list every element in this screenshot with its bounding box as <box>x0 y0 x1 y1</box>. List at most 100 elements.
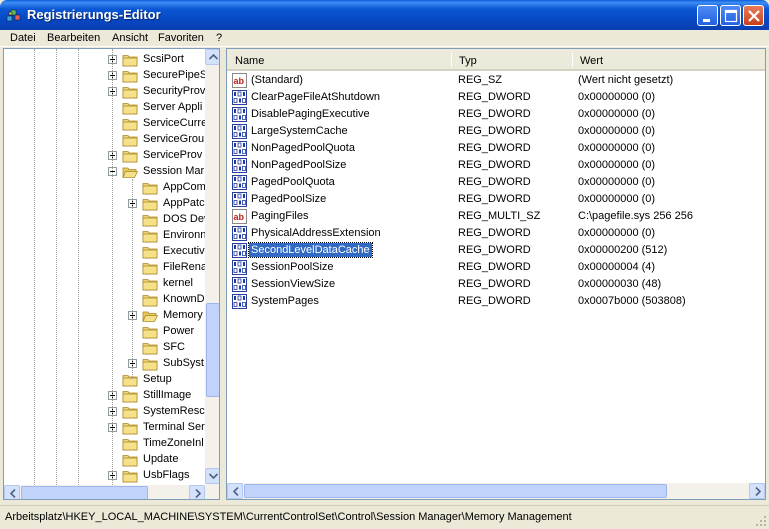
tree-item-label: ServiceGrou <box>143 133 205 145</box>
column-divider[interactable] <box>765 53 766 67</box>
tree-guide-line <box>112 49 113 485</box>
chevron-left-icon <box>10 489 16 498</box>
value-row[interactable]: SessionPoolSize REG_DWORD 0x00000004 (4) <box>227 259 765 276</box>
value-row[interactable]: PhysicalAddressExtension REG_DWORD 0x00000… <box>227 225 765 242</box>
value-row[interactable]: NonPagedPoolSize REG_DWORD 0x00000000 (0) <box>227 157 765 174</box>
tree-scroll-thumb[interactable] <box>206 303 219 397</box>
close-button[interactable] <box>743 5 764 26</box>
tree-horizontal-scrollbar[interactable] <box>4 485 219 499</box>
tree-scroll-right-button[interactable] <box>189 485 205 499</box>
tree-item-label: ScsiPort <box>143 53 184 65</box>
chevron-right-icon <box>755 487 761 496</box>
column-name[interactable]: Name <box>235 55 264 67</box>
value-row[interactable]: SecondLevelDataCache REG_DWORD 0x00000200 … <box>227 242 765 259</box>
value-type: REG_DWORD <box>458 261 531 273</box>
value-row[interactable]: SystemPages REG_DWORD 0x0007b000 (503808) <box>227 293 765 310</box>
value-data: 0x00000030 (48) <box>578 278 662 290</box>
tree-item-label: Update <box>143 453 179 465</box>
tree-item-label: Power <box>163 325 195 337</box>
list-scroll-right-button[interactable] <box>749 483 765 499</box>
tree-item-label: Executiv <box>163 245 205 257</box>
value-name[interactable]: (Standard) <box>249 74 305 86</box>
tree-scroll-up-button[interactable] <box>205 49 219 65</box>
value-row[interactable]: PagedPoolSize REG_DWORD 0x00000000 (0) <box>227 191 765 208</box>
binary-value-icon <box>232 243 247 258</box>
value-name[interactable]: DisablePagingExecutive <box>249 108 372 120</box>
folder-icon <box>122 133 138 147</box>
folder-icon <box>142 277 158 291</box>
tree-item-label: TimeZoneInl <box>143 437 204 449</box>
value-type: REG_DWORD <box>458 193 531 205</box>
column-divider[interactable] <box>572 53 573 67</box>
list-hscroll-thumb[interactable] <box>244 484 667 498</box>
maximize-button[interactable] <box>720 5 741 26</box>
menu-ansicht[interactable]: Ansicht <box>112 32 148 44</box>
folder-open-icon <box>142 309 159 323</box>
value-type: REG_DWORD <box>458 91 531 103</box>
list-horizontal-scrollbar[interactable] <box>227 483 765 499</box>
minimize-button[interactable] <box>697 5 718 26</box>
binary-value-icon <box>232 107 247 122</box>
title-bar[interactable]: Registrierungs-Editor <box>0 0 769 30</box>
column-type[interactable]: Typ <box>459 55 477 67</box>
value-row[interactable]: SessionViewSize REG_DWORD 0x00000030 (48) <box>227 276 765 293</box>
menu-datei[interactable]: Datei <box>10 32 36 44</box>
binary-value-icon <box>232 192 247 207</box>
folder-icon <box>122 101 138 115</box>
value-type: REG_DWORD <box>458 142 531 154</box>
value-name[interactable]: NonPagedPoolSize <box>249 159 348 171</box>
svg-text:ab: ab <box>234 76 245 86</box>
menu-favoriten[interactable]: Favoriten <box>158 32 204 44</box>
value-name[interactable]: PagedPoolSize <box>249 193 328 205</box>
value-data: 0x00000000 (0) <box>578 125 656 137</box>
value-row[interactable]: PagedPoolQuota REG_DWORD 0x00000000 (0) <box>227 174 765 191</box>
tree-scroll-left-button[interactable] <box>4 485 20 499</box>
value-row[interactable]: ab (Standard) REG_SZ (Wert nicht gesetzt) <box>227 72 765 89</box>
resize-grip-icon[interactable] <box>755 515 767 527</box>
folder-icon <box>142 261 158 275</box>
binary-value-icon <box>232 226 247 241</box>
folder-icon <box>122 453 138 467</box>
registry-tree[interactable]: ScsiPort SecurePipeS SecurityProv Server Ap… <box>3 48 220 500</box>
value-name[interactable]: PagingFiles <box>249 210 310 222</box>
value-name[interactable]: PagedPoolQuota <box>249 176 337 188</box>
column-divider[interactable] <box>451 53 452 67</box>
value-name[interactable]: PhysicalAddressExtension <box>249 227 383 239</box>
tree-item-label: kernel <box>163 277 193 289</box>
value-name[interactable]: LargeSystemCache <box>249 125 350 137</box>
binary-value-icon <box>232 124 247 139</box>
value-row[interactable]: ab PagingFiles REG_MULTI_SZ C:\pagefile.sys… <box>227 208 765 225</box>
column-value[interactable]: Wert <box>580 55 603 67</box>
values-list[interactable]: Name Typ Wert ab (Standard) REG_SZ (Wert ni… <box>226 48 766 500</box>
binary-value-icon <box>232 175 247 190</box>
value-name[interactable]: SystemPages <box>249 295 321 307</box>
string-value-icon: ab <box>232 73 247 88</box>
tree-item-label: Server Appli <box>143 101 203 113</box>
tree-vertical-scrollbar[interactable] <box>205 49 219 485</box>
tree-hscroll-thumb[interactable] <box>21 486 148 499</box>
menu-help[interactable]: ? <box>216 32 222 44</box>
tree-item-label: KnownD <box>163 293 205 305</box>
pane-splitter[interactable] <box>221 48 225 500</box>
folder-icon <box>122 405 138 419</box>
list-scroll-left-button[interactable] <box>227 483 243 499</box>
value-name[interactable]: SessionPoolSize <box>249 261 336 273</box>
value-data: 0x00000000 (0) <box>578 108 656 120</box>
binary-value-icon <box>232 277 247 292</box>
folder-icon <box>122 85 138 99</box>
folder-icon <box>142 181 158 195</box>
tree-item-label: Setup <box>143 373 172 385</box>
value-row[interactable]: LargeSystemCache REG_DWORD 0x00000000 (0) <box>227 123 765 140</box>
value-row[interactable]: NonPagedPoolQuota REG_DWORD 0x00000000 (0) <box>227 140 765 157</box>
tree-scroll-down-button[interactable] <box>205 468 219 484</box>
value-row[interactable]: ClearPageFileAtShutdown REG_DWORD 0x000000… <box>227 89 765 106</box>
value-name[interactable]: NonPagedPoolQuota <box>249 142 357 154</box>
tree-guide-line <box>56 49 57 485</box>
value-name[interactable]: ClearPageFileAtShutdown <box>249 91 382 103</box>
value-name[interactable]: SecondLevelDataCache <box>248 242 373 258</box>
menu-bearbeiten[interactable]: Bearbeiten <box>47 32 100 44</box>
value-name[interactable]: SessionViewSize <box>249 278 337 290</box>
value-data: 0x00000004 (4) <box>578 261 656 273</box>
value-row[interactable]: DisablePagingExecutive REG_DWORD 0x0000000… <box>227 106 765 123</box>
value-type: REG_DWORD <box>458 125 531 137</box>
